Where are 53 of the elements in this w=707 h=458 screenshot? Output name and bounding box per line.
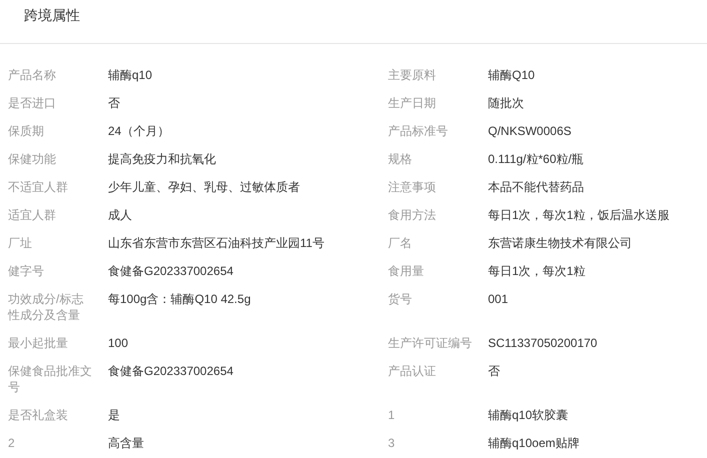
attribute-value: 是 [108, 407, 121, 423]
attribute-label: 产品认证 [388, 363, 437, 379]
attribute-value: 提高免疫力和抗氧化 [108, 151, 217, 167]
attribute-label: 厂名 [388, 235, 413, 251]
attribute-value: 高含量 [108, 435, 145, 451]
attribute-label: 不适宜人群 [8, 179, 69, 195]
attribute-label: 规格 [388, 151, 413, 167]
attribute-label: 注意事项 [388, 179, 437, 195]
attribute-value: Q/NKSW0006S [488, 123, 572, 139]
attribute-label: 保健功能 [8, 151, 57, 167]
attribute-value: SC11337050200170 [488, 335, 598, 351]
attribute-value: 成人 [108, 207, 133, 223]
attribute-value: 每100g含：辅酶Q10 42.5g [108, 291, 252, 307]
attribute-label: 食用方法 [388, 207, 437, 223]
attribute-label: 适宜人群 [8, 207, 57, 223]
attribute-label: 厂址 [8, 235, 33, 251]
attribute-label: 是否礼盒装 [8, 407, 69, 423]
attribute-value: 辅酶q10软胶囊 [488, 407, 570, 423]
attribute-value: 每日1次，每次1粒 [488, 263, 586, 279]
attribute-value: 少年儿童、孕妇、乳母、过敏体质者 [108, 179, 301, 195]
attribute-value: 食健备G202337002654 [108, 263, 234, 279]
attribute-label: 保健食品批准文号 [8, 363, 93, 395]
attribute-value: 食健备G202337002654 [108, 363, 234, 379]
attribute-value: 100 [108, 335, 130, 351]
attribute-value: 山东省东营市东营区石油科技产业园11号 [108, 235, 326, 251]
attribute-label: 生产日期 [388, 95, 437, 111]
attribute-label: 保质期 [8, 123, 45, 139]
attribute-label: 3 [388, 435, 396, 451]
attribute-value: 否 [108, 95, 121, 111]
attribute-value: 24（个月） [108, 123, 170, 139]
attribute-value: 东营诺康生物技术有限公司 [488, 235, 633, 251]
attribute-value: 001 [488, 291, 510, 307]
attribute-label: 最小起批量 [8, 335, 69, 351]
attribute-label: 食用量 [388, 263, 425, 279]
attribute-label: 产品名称 [8, 67, 57, 83]
attribute-value: 辅酶q10oem贴牌 [488, 435, 580, 451]
attribute-value: 0.111g/粒*60粒/瓶 [488, 151, 585, 167]
attribute-value: 本品不能代替药品 [488, 179, 585, 195]
attribute-label: 生产许可证编号 [388, 335, 473, 351]
attribute-value: 否 [488, 363, 501, 379]
attribute-label: 是否进口 [8, 95, 57, 111]
attribute-value: 辅酶Q10 [488, 67, 536, 83]
attribute-label: 主要原料 [388, 67, 437, 83]
attribute-value: 辅酶q10 [108, 67, 154, 83]
attribute-value: 随批次 [488, 95, 525, 111]
attribute-label: 健字号 [8, 263, 45, 279]
attribute-label: 产品标准号 [388, 123, 449, 139]
section-title: 跨境属性 [24, 6, 80, 24]
attribute-label: 货号 [388, 291, 413, 307]
attribute-label: 1 [388, 407, 396, 423]
attribute-label: 2 [8, 435, 16, 451]
attribute-value: 每日1次，每次1粒，饭后温水送服 [488, 207, 670, 223]
attribute-label: 功效成分/标志性成分及含量 [8, 291, 84, 323]
